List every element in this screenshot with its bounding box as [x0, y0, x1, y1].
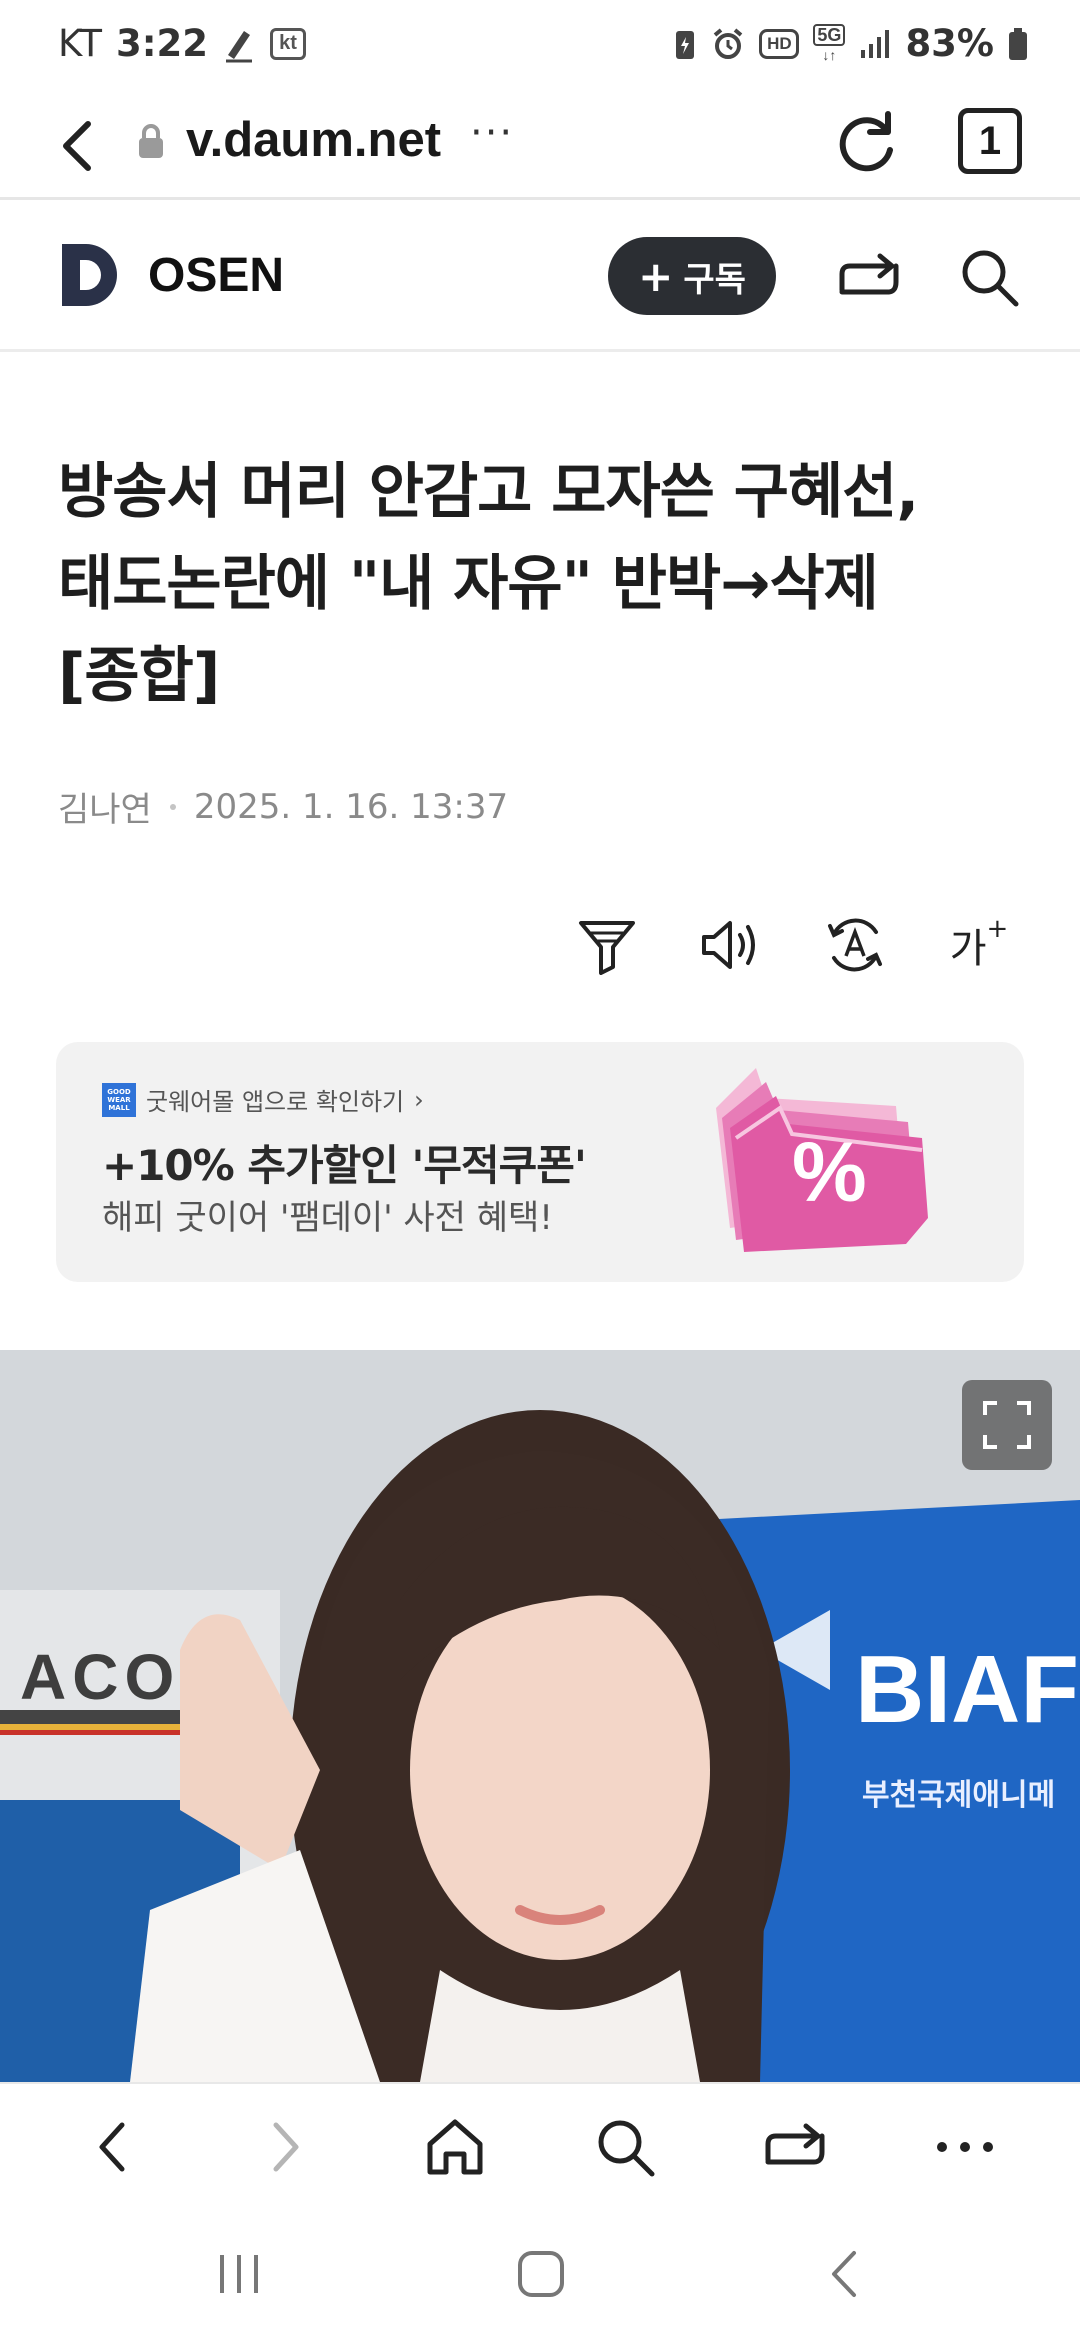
goodwear-logo-icon: GOOD WEAR MALL	[102, 1082, 136, 1117]
url-more[interactable]: ···	[470, 110, 514, 156]
back-icon[interactable]	[78, 2112, 148, 2182]
pen-icon	[222, 25, 256, 63]
address-bar: v.daum.net ··· 1	[0, 92, 1080, 200]
ad-title: +10% 추가할인 '무적쿠폰'	[102, 1141, 587, 1190]
byline: 김나연 2025. 1. 16. 13:37	[58, 782, 508, 831]
coupon-graphic: %	[696, 1068, 936, 1258]
tabs-icon[interactable]: 1	[958, 108, 1022, 174]
separator-dot	[169, 803, 176, 810]
signal-icon	[859, 28, 891, 60]
ad-top-line[interactable]: GOOD WEAR MALL 굿웨어몰 앱으로 확인하기 ›	[102, 1082, 424, 1117]
lock-icon[interactable]	[136, 122, 166, 164]
battery-icon	[1008, 27, 1028, 61]
browser-toolbar	[0, 2082, 1080, 2206]
subscribe-label: 구독	[683, 259, 746, 300]
search-icon[interactable]	[590, 2112, 660, 2182]
5g-network-icon: 5G ↓↑	[813, 23, 846, 64]
headline-line: 방송서 머리 안감고 모자쓴 구혜선,	[58, 457, 919, 527]
url-text[interactable]: v.daum.net	[186, 112, 441, 168]
site-header: OSEN + 구독	[0, 200, 1080, 352]
5g-label: 5G	[813, 23, 846, 46]
home-icon[interactable]	[506, 2242, 576, 2306]
publisher-name[interactable]: OSEN	[148, 248, 284, 303]
home-icon[interactable]	[420, 2112, 490, 2182]
daum-logo-icon[interactable]	[58, 242, 124, 308]
more-icon[interactable]	[930, 2112, 1000, 2182]
headline-line: 태도논란에 "내 자유" 반박→삭제	[58, 549, 879, 619]
article-headline: 방송서 머리 안감고 모자쓴 구혜선, 태도논란에 "내 자유" 반박→삭제 […	[58, 446, 1028, 722]
plus-icon: +	[986, 914, 1009, 944]
reload-icon[interactable]	[830, 106, 904, 180]
forward-icon[interactable]	[250, 2112, 320, 2182]
hd-voice-icon: HD	[759, 28, 800, 59]
article-hero-image[interactable]: ACO BIAF 부천국제애니메	[0, 1350, 1080, 2082]
ad-subtitle: 해피 굿이어 '팸데이' 사전 혜택!	[102, 1198, 553, 1238]
publish-date: 2025. 1. 16. 13:37	[193, 786, 509, 827]
subscribe-button[interactable]: + 구독	[608, 237, 776, 315]
font-size-icon[interactable]: 가 +	[946, 910, 1012, 980]
backdrop-text-right: BIAF	[855, 1636, 1079, 1743]
clock: 3:22	[116, 22, 209, 65]
carrier-name: KT	[58, 22, 102, 65]
author-name[interactable]: 김나연	[58, 782, 152, 831]
battery-saver-icon	[673, 27, 697, 61]
back-arrow-icon[interactable]	[48, 114, 112, 178]
status-left: KT 3:22 kt	[58, 22, 307, 65]
chevron-right-icon: ›	[414, 1085, 424, 1114]
search-icon[interactable]	[956, 244, 1022, 310]
kt-badge-icon: kt	[270, 27, 307, 60]
plus-icon: +	[638, 251, 674, 301]
data-arrows-icon: ↓↑	[822, 46, 837, 63]
backdrop-subtext-right: 부천국제애니메	[862, 1778, 1056, 1813]
back-icon[interactable]	[810, 2242, 880, 2306]
share-icon[interactable]	[760, 2112, 830, 2182]
battery-percent: 83%	[905, 22, 994, 65]
backdrop-text-left: ACO	[20, 1641, 181, 1713]
ad-banner[interactable]: GOOD WEAR MALL 굿웨어몰 앱으로 확인하기 › +10% 추가할인…	[56, 1042, 1024, 1282]
font-size-label: 가	[949, 926, 987, 972]
status-bar: KT 3:22 kt HD 5G ↓↑ 83%	[0, 0, 1080, 92]
fullscreen-icon[interactable]	[962, 1380, 1052, 1470]
translate-icon[interactable]	[822, 910, 888, 980]
alarm-icon	[711, 27, 745, 61]
system-navigation	[0, 2206, 1080, 2340]
ad-app-link: 굿웨어몰 앱으로 확인하기	[146, 1088, 405, 1116]
recents-icon[interactable]	[204, 2242, 274, 2306]
status-right: HD 5G ↓↑ 83%	[673, 22, 1028, 65]
speaker-icon[interactable]	[698, 910, 764, 980]
headline-line: [종합]	[58, 641, 220, 711]
summary-filter-icon[interactable]	[574, 910, 640, 980]
share-icon[interactable]	[836, 244, 902, 310]
coupon-percent: %	[792, 1125, 867, 1219]
